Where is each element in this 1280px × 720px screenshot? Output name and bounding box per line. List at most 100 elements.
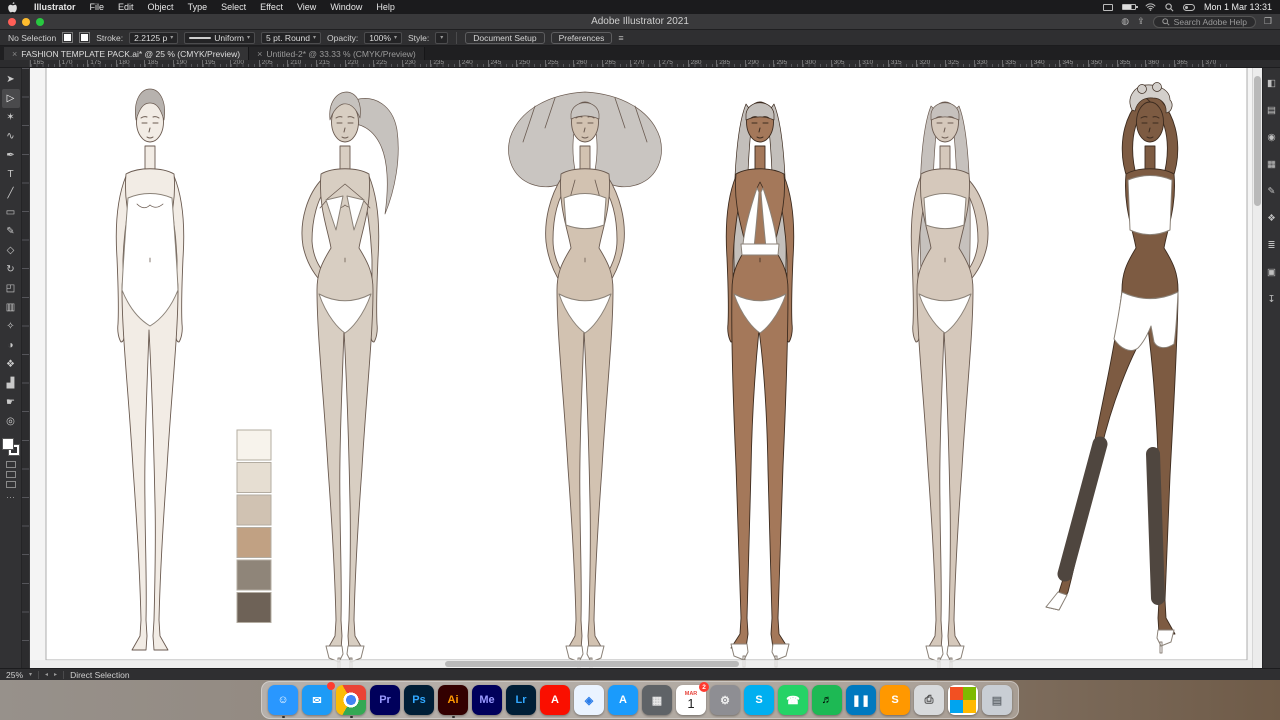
window-zoom-button[interactable]: [36, 17, 44, 26]
panel-swatches-icon[interactable]: ▦: [1265, 157, 1279, 171]
dock-media-encoder[interactable]: Me: [472, 685, 502, 715]
type-tool[interactable]: T: [2, 165, 20, 184]
current-tool-indicator[interactable]: Direct Selection: [70, 670, 130, 680]
menu-type[interactable]: Type: [181, 2, 215, 12]
share-icon[interactable]: ⇪: [1137, 16, 1145, 27]
style-dropdown[interactable]: ▾: [435, 31, 449, 44]
vertical-ruler[interactable]: [22, 68, 30, 668]
menu-edit[interactable]: Edit: [111, 2, 141, 12]
opacity-dropdown[interactable]: 100% ▾: [364, 31, 402, 44]
line-segment-tool[interactable]: ╱: [2, 184, 20, 203]
zoom-dropdown-icon[interactable]: ▾: [29, 671, 32, 678]
menu-file[interactable]: File: [83, 2, 112, 12]
menu-object[interactable]: Object: [141, 2, 181, 12]
horizontal-scrollbar-thumb[interactable]: [445, 661, 739, 667]
hand-tool[interactable]: ☛: [2, 393, 20, 412]
shaper-tool[interactable]: ◇: [2, 241, 20, 260]
control-center-icon[interactable]: [1182, 3, 1195, 11]
zoom-level[interactable]: 25%: [6, 670, 23, 680]
panel-layers-icon[interactable]: ≣: [1265, 238, 1279, 252]
stroke-weight-field[interactable]: 2.2125 p ▾: [129, 31, 179, 44]
horizontal-ruler[interactable]: 165 170 175 180 185 190 195 200 205 210 215 220 225 2…: [30, 60, 1280, 67]
pen-tool[interactable]: ✒: [2, 146, 20, 165]
menu-effect[interactable]: Effect: [253, 2, 290, 12]
brush-dropdown[interactable]: 5 pt. Round ▾: [261, 31, 321, 44]
panel-artboards-icon[interactable]: ▣: [1265, 265, 1279, 279]
artwork-swatch[interactable]: [236, 462, 272, 493]
dock-premiere-pro[interactable]: Pr: [370, 685, 400, 715]
user-account-icon[interactable]: ◍: [1121, 16, 1129, 27]
artwork-swatch[interactable]: [236, 592, 272, 623]
panel-brushes-icon[interactable]: ✎: [1265, 184, 1279, 198]
stroke-color-swatch[interactable]: [79, 32, 91, 43]
dock-finder[interactable]: ☺: [268, 685, 298, 718]
paintbrush-tool[interactable]: ✎: [2, 222, 20, 241]
dock-acrobat[interactable]: A: [540, 685, 570, 715]
artboard-nav-next-icon[interactable]: ▸: [54, 671, 57, 678]
magic-wand-tool[interactable]: ✶: [2, 108, 20, 127]
dock-skype[interactable]: S: [744, 685, 774, 715]
artwork-swatch[interactable]: [236, 527, 272, 558]
wifi-icon[interactable]: [1145, 3, 1156, 11]
dock-chrome[interactable]: [336, 685, 366, 718]
search-icon[interactable]: [1165, 2, 1174, 12]
dock-mail[interactable]: ✉: [302, 682, 335, 715]
menu-view[interactable]: View: [290, 2, 323, 12]
dock-sublime-text[interactable]: S: [880, 685, 910, 715]
fill-color-indicator[interactable]: [1, 438, 14, 450]
menu-select[interactable]: Select: [214, 2, 253, 12]
dock-whatsapp[interactable]: ☎: [778, 685, 808, 715]
blend-tool[interactable]: ◑: [2, 336, 20, 355]
gradient-tool[interactable]: ▥: [2, 298, 20, 317]
dock-calendar[interactable]: MAR 1 2: [676, 682, 709, 715]
help-search-field[interactable]: Search Adobe Help: [1152, 15, 1256, 28]
draw-mode-icon[interactable]: [5, 481, 16, 488]
menu-illustrator[interactable]: Illustrator: [27, 2, 83, 12]
lasso-tool[interactable]: ∿: [2, 127, 20, 146]
dock-trash[interactable]: ▤: [982, 685, 1012, 715]
edit-toolbar-icon[interactable]: ⋯: [6, 492, 15, 503]
artwork-swatch[interactable]: [236, 494, 272, 526]
dock-launchpad[interactable]: ▦: [642, 685, 672, 715]
window-minimize-button[interactable]: [22, 17, 30, 26]
scale-tool[interactable]: ◰: [2, 279, 20, 298]
menu-window[interactable]: Window: [323, 2, 369, 12]
dock-spotify[interactable]: ♬: [812, 685, 842, 715]
fill-stroke-control[interactable]: [1, 438, 20, 456]
selection-tool[interactable]: ➤: [2, 70, 20, 89]
artwork-swatch[interactable]: [236, 429, 272, 461]
panel-libraries-icon[interactable]: ▤: [1265, 103, 1279, 117]
apple-menu-icon[interactable]: [8, 1, 17, 13]
zoom-tool[interactable]: ◎: [2, 412, 20, 431]
draw-mode-icon[interactable]: [5, 461, 16, 468]
menu-help[interactable]: Help: [369, 2, 402, 12]
display-icon[interactable]: [1102, 3, 1113, 11]
document-setup-button[interactable]: Document Setup: [465, 31, 545, 44]
fill-color-swatch[interactable]: [62, 32, 74, 43]
eyedropper-tool[interactable]: ✧: [2, 317, 20, 336]
stroke-profile-dropdown[interactable]: Uniform ▾: [184, 31, 256, 44]
direct-selection-tool[interactable]: ▷: [1, 89, 20, 108]
tab-close-icon[interactable]: ×: [257, 49, 262, 59]
panel-symbols-icon[interactable]: ❖: [1265, 211, 1279, 225]
panel-properties-icon[interactable]: ◧: [1265, 76, 1279, 90]
dock-office-grid[interactable]: [948, 685, 978, 715]
panel-color-icon[interactable]: ◉: [1265, 130, 1279, 144]
artboard[interactable]: [30, 68, 1252, 668]
dock-illustrator[interactable]: Ai: [438, 685, 468, 718]
dock-lightroom[interactable]: Lr: [506, 685, 536, 715]
dock-system-preferences[interactable]: ⚙: [710, 685, 740, 715]
align-options-icon[interactable]: ≡: [618, 33, 623, 43]
vertical-scrollbar-thumb[interactable]: [1254, 76, 1261, 206]
rectangle-tool[interactable]: ▭: [2, 203, 20, 222]
dock-photoshop[interactable]: Ps: [404, 685, 434, 715]
draw-mode-buttons[interactable]: [5, 461, 16, 488]
dock-trello[interactable]: ❚❚: [846, 685, 876, 715]
artboard-nav-prev-icon[interactable]: ◂: [45, 671, 48, 678]
dock-printer[interactable]: ⎙: [914, 685, 944, 715]
canvas[interactable]: [30, 68, 1252, 668]
graph-tool[interactable]: ▟: [2, 374, 20, 393]
document-tab[interactable]: × Untitled-2* @ 33.33 % (CMYK/Preview): [249, 47, 425, 60]
rotate-tool[interactable]: ↻: [2, 260, 20, 279]
battery-icon[interactable]: [1121, 4, 1138, 10]
